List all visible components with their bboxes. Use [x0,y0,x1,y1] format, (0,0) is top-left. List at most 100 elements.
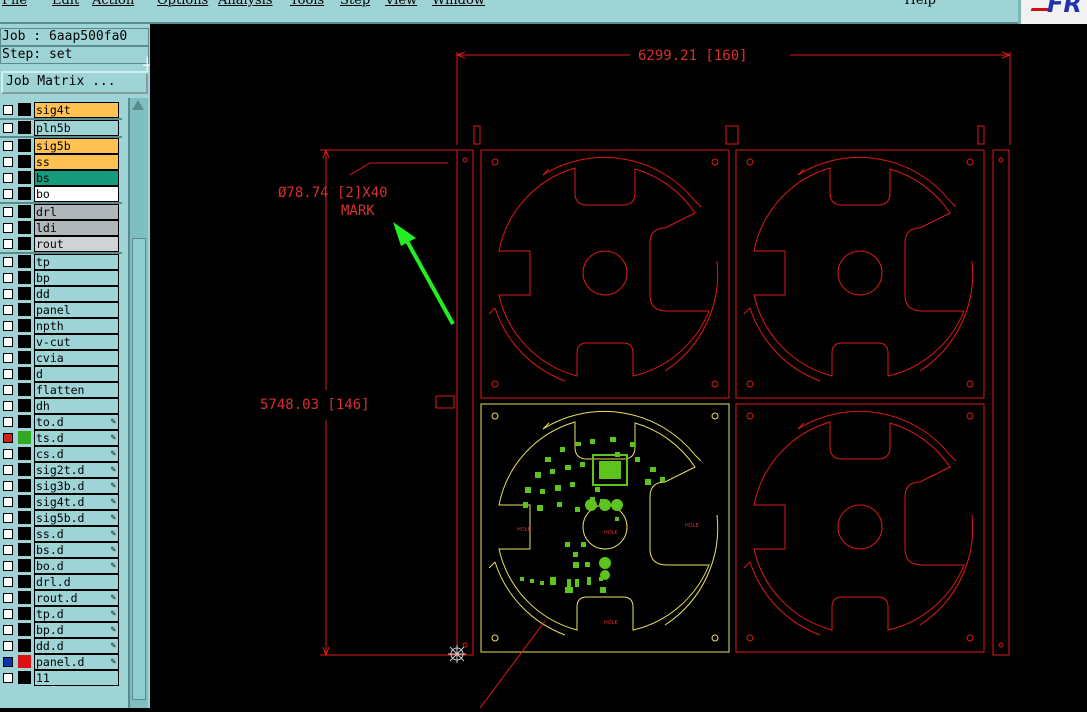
layer-color-swatch[interactable] [18,415,31,428]
layer-name[interactable]: sig3b.d ✎ [34,478,119,494]
layer-color-swatch[interactable] [18,671,31,684]
layer-name[interactable]: to.d ✎ [34,414,119,430]
layer-checkbox[interactable] [3,105,13,115]
layer-checkbox[interactable] [3,625,13,635]
layer-checkbox[interactable] [3,449,13,459]
menu-help[interactable]: Help [904,0,936,8]
layer-name[interactable]: npth [34,318,119,334]
layer-checkbox[interactable] [3,257,13,267]
layer-color-swatch[interactable] [18,607,31,620]
layer-color-swatch[interactable] [18,383,31,396]
layer-row-tp[interactable]: tp [0,254,122,270]
layer-row-sig5b-d[interactable]: sig5b.d ✎ [0,510,122,526]
layer-checkbox[interactable] [3,289,13,299]
menu-file[interactable]: File [2,0,27,8]
layer-name[interactable]: ldi [34,220,119,236]
layer-checkbox[interactable] [3,545,13,555]
layer-name[interactable]: ss.d ✎ [34,526,119,542]
layer-color-swatch[interactable] [18,543,31,556]
layer-row-dd-d[interactable]: dd.d ✎ [0,638,122,654]
layer-name[interactable]: bp [34,270,119,286]
layer-checkbox[interactable] [3,189,13,199]
layer-name[interactable]: sig4t.d ✎ [34,494,119,510]
layer-name[interactable]: pln5b [34,120,119,136]
layer-checkbox[interactable] [3,577,13,587]
layer-name[interactable]: bo [34,186,119,202]
layer-checkbox[interactable] [3,123,13,133]
layer-checkbox[interactable] [3,173,13,183]
layer-row-sig2t-d[interactable]: sig2t.d ✎ [0,462,122,478]
layer-scrollbar[interactable] [128,98,148,708]
layer-color-swatch[interactable] [18,639,31,652]
layer-row-npth[interactable]: npth [0,318,122,334]
layer-row-bp-d[interactable]: bp.d ✎ [0,622,122,638]
layer-color-swatch[interactable] [18,221,31,234]
layer-color-swatch[interactable] [18,237,31,250]
layer-checkbox[interactable] [3,609,13,619]
scroll-up-arrow-icon[interactable] [132,100,144,110]
layer-row-ldi[interactable]: ldi [0,220,122,236]
layer-checkbox[interactable] [3,239,13,249]
scroll-thumb[interactable] [132,238,146,700]
menu-edit[interactable]: Edit [52,0,79,8]
layer-name[interactable]: rout.d ✎ [34,590,119,606]
layer-name[interactable]: bo.d ✎ [34,558,119,574]
layer-color-swatch[interactable] [18,303,31,316]
menu-tools[interactable]: Tools [290,0,324,8]
graphic-canvas[interactable]: 6299.21 [160] 5748.03 [146] Ø78.74 [2]X4… [150,24,1087,709]
layer-row-drl[interactable]: drl [0,204,122,220]
layer-row-v-cut[interactable]: v-cut [0,334,122,350]
layer-color-swatch[interactable] [18,479,31,492]
layer-name[interactable]: sig4t [34,102,119,118]
layer-row-11[interactable]: 11 [0,670,122,686]
job-matrix-button[interactable]: Job Matrix ... [1,71,148,94]
layer-row-ss[interactable]: ss [0,154,122,170]
layer-checkbox[interactable] [3,337,13,347]
layer-checkbox[interactable] [3,561,13,571]
layer-color-swatch[interactable] [18,511,31,524]
layer-color-swatch[interactable] [18,623,31,636]
layer-row-bp[interactable]: bp [0,270,122,286]
layer-checkbox[interactable] [3,673,13,683]
layer-name[interactable]: dh [34,398,119,414]
menu-view[interactable]: View [385,0,417,8]
layer-name[interactable]: panel [34,302,119,318]
layer-row-rout-d[interactable]: rout.d ✎ [0,590,122,606]
layer-checkbox[interactable] [3,593,13,603]
layer-checkbox[interactable] [3,481,13,491]
menu-step[interactable]: Step [340,0,370,8]
layer-name[interactable]: v-cut [34,334,119,350]
layer-checkbox[interactable] [3,497,13,507]
layer-color-swatch[interactable] [18,335,31,348]
layer-checkbox[interactable] [3,207,13,217]
layer-name[interactable]: ss [34,154,119,170]
layer-name[interactable]: dd [34,286,119,302]
layer-name[interactable]: drl.d [34,574,119,590]
layer-row-ts-d[interactable]: ts.d ✎ [0,430,122,446]
layer-checkbox[interactable] [3,157,13,167]
layer-row-sig4t[interactable]: sig4t [0,102,122,118]
layer-row-cs-d[interactable]: cs.d ✎ [0,446,122,462]
layer-name[interactable]: panel.d ✎ [34,654,119,670]
menu-analysis[interactable]: Analysis [218,0,273,8]
layer-name[interactable]: bs [34,170,119,186]
layer-checkbox[interactable] [3,223,13,233]
layer-row-dh[interactable]: dh [0,398,122,414]
layer-color-swatch[interactable] [18,575,31,588]
layer-checkbox[interactable] [3,353,13,363]
layer-color-swatch[interactable] [18,591,31,604]
layer-name[interactable]: 11 [34,670,119,686]
layer-row-to-d[interactable]: to.d ✎ [0,414,122,430]
layer-name[interactable]: bp.d ✎ [34,622,119,638]
layer-name[interactable]: tp.d ✎ [34,606,119,622]
layer-color-swatch[interactable] [18,527,31,540]
layer-row-sig4t-d[interactable]: sig4t.d ✎ [0,494,122,510]
layer-row-bs[interactable]: bs [0,170,122,186]
layer-color-swatch[interactable] [18,121,31,134]
layer-row-bo-d[interactable]: bo.d ✎ [0,558,122,574]
layer-row-sig5b[interactable]: sig5b [0,138,122,154]
layer-checkbox[interactable] [3,465,13,475]
layer-checkbox[interactable] [3,273,13,283]
menu-options[interactable]: Options [157,0,208,8]
layer-row-rout[interactable]: rout [0,236,122,252]
